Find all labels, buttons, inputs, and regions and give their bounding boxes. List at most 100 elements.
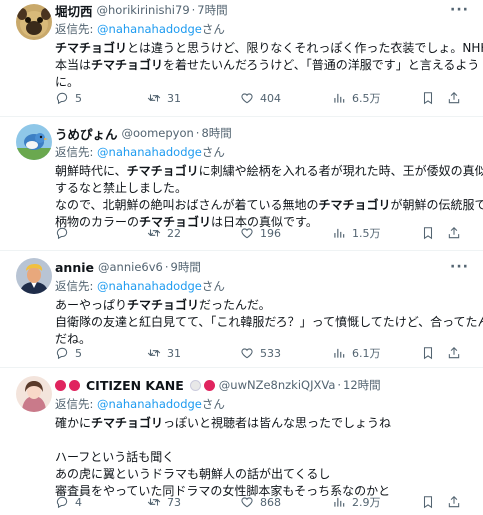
bookmark-button[interactable] [421, 346, 435, 360]
tweet-actions: 4 73 868 2.9万 [55, 493, 475, 511]
views-icon [334, 228, 345, 238]
bookmark-icon [423, 496, 433, 509]
bookmark-button[interactable] [421, 91, 435, 105]
tweet[interactable]: CITIZEN KANE @uwNZe8nzkiQJXVa · 12時間 返信先… [0, 368, 483, 515]
like-button[interactable]: 868 [240, 495, 281, 509]
reply-to-link[interactable]: @nahanahadodge [97, 145, 202, 159]
text-segment: あの虎に翼というドラマも朝鮮人の話が出てくるし [55, 467, 331, 481]
view-count: 2.9万 [352, 496, 381, 509]
avatar-portrait[interactable] [16, 258, 52, 294]
reply-to-link[interactable]: @nahanahadodge [97, 279, 202, 293]
like-button[interactable]: 533 [240, 346, 281, 360]
share-icon [448, 227, 460, 239]
bookmark-icon [423, 347, 433, 360]
tweet-actions: 5 31 404 6.5万 [55, 89, 475, 107]
tweet-time[interactable]: 7時間 [197, 2, 227, 18]
user-name[interactable]: 堀切西 [55, 1, 93, 20]
like-count: 868 [260, 495, 281, 509]
user-handle[interactable]: @annie6v6 [98, 260, 163, 274]
share-button[interactable] [447, 495, 461, 509]
bookmark-icon [423, 92, 433, 105]
retweet-button[interactable]: 31 [147, 346, 181, 360]
share-button[interactable] [447, 346, 461, 360]
tweet-actions: 22 196 1.5万 [55, 224, 475, 242]
tweet-header: annie @annie6v6 · 9時間 [55, 259, 201, 275]
retweet-count: 73 [167, 495, 181, 509]
text-segment: 自衛隊の友達と紅白見てて、「これ韓服だろ？」って憤慨してたけど、合ってたん [55, 315, 483, 329]
user-handle[interactable]: @uwNZe8nzkiQJXVa [219, 378, 336, 392]
bookmark-icon [423, 227, 433, 240]
reply-button[interactable]: 4 [55, 495, 82, 509]
text-segment: だったんだ。 [199, 298, 271, 312]
tweet-text-line: 確かにチマチョゴリっぽいと視聴者は皆んな思ったでしょうね [55, 415, 475, 432]
retweet-button[interactable]: 31 [147, 91, 181, 105]
views-button[interactable]: 6.1万 [332, 345, 381, 361]
retweet-button[interactable]: 22 [147, 226, 181, 240]
reply-to-link[interactable]: @nahanahadodge [97, 22, 202, 36]
retweet-icon [147, 349, 161, 357]
tweet-text-line: あーやっぱりチマチョゴリだったんだ。 [55, 297, 475, 314]
like-button[interactable]: 404 [240, 91, 281, 105]
reply-button[interactable]: 5 [55, 91, 82, 105]
bookmark-button[interactable] [421, 495, 435, 509]
reply-icon [56, 227, 68, 240]
user-name[interactable]: CITIZEN KANE [86, 378, 184, 393]
tweet-time[interactable]: 9時間 [171, 259, 201, 275]
views-button[interactable]: 6.5万 [332, 90, 381, 106]
tweet-text: あーやっぱりチマチョゴリだったんだ。 自衛隊の友達と紅白見てて、「これ韓服だろ？」… [55, 297, 483, 348]
bookmark-button[interactable] [421, 226, 435, 240]
text-segment: ハーフという話も聞く [55, 450, 175, 464]
reply-to-link[interactable]: @nahanahadodge [97, 397, 202, 411]
text-segment: するなと禁止しました。 [55, 181, 188, 195]
tweet[interactable]: annie @annie6v6 · 9時間 ··· 返信先: @nahanaha… [0, 251, 483, 368]
views-button[interactable]: 1.5万 [332, 225, 381, 241]
reply-icon [56, 347, 68, 360]
reply-to: 返信先: @nahanahadodgeさん [55, 22, 225, 36]
retweet-button[interactable]: 73 [147, 495, 181, 509]
red-circle-icon [203, 379, 215, 391]
reply-count: 4 [75, 495, 82, 509]
more-options-icon[interactable]: ··· [450, 259, 469, 275]
user-name[interactable]: うめぴょん [55, 124, 118, 143]
share-button[interactable] [447, 91, 461, 105]
tweet[interactable]: うめぴょん @oomepyon · 8時間 返信先: @nahanahadodg… [0, 117, 483, 251]
view-count: 6.5万 [352, 92, 381, 105]
reply-count: 5 [75, 91, 82, 105]
retweet-icon [147, 94, 161, 102]
avatar-illustration[interactable] [16, 376, 52, 412]
reply-to: 返信先: @nahanahadodgeさん [55, 397, 225, 411]
highlighted-keyword: チマチョゴリ [126, 164, 199, 178]
like-count: 196 [260, 226, 281, 240]
tweet-text: 朝鮮時代に、チマチョゴリに刺繍や絵柄を入れる者が現れた時、王が倭奴の真似を するな… [55, 163, 483, 231]
tweet-time[interactable]: 12時間 [343, 377, 381, 393]
red-circle-icon [55, 379, 66, 391]
more-options-icon[interactable]: ··· [450, 2, 469, 18]
highlighted-keyword: チマチョゴリ [91, 58, 164, 72]
avatar-bird[interactable] [16, 124, 52, 160]
reply-count: 5 [75, 346, 82, 360]
red-circle-icon [69, 379, 80, 391]
retweet-count: 22 [167, 226, 181, 240]
reply-button[interactable] [55, 226, 75, 240]
user-handle[interactable]: @oomepyon [122, 126, 194, 140]
user-handle[interactable]: @horikirinishi79 [97, 3, 190, 17]
share-button[interactable] [447, 226, 461, 240]
tweet-text-line: 自衛隊の友達と紅白見てて、「これ韓服だろ？」って憤慨してたけど、合ってたん [55, 314, 483, 331]
tweet[interactable]: 堀切西 @horikirinishi79 · 7時間 ··· 返信先: @nah… [0, 0, 483, 117]
like-button[interactable]: 196 [240, 226, 281, 240]
tweet-header: CITIZEN KANE @uwNZe8nzkiQJXVa · 12時間 [55, 375, 475, 395]
tweet-text-line [55, 432, 475, 449]
reply-to: 返信先: @nahanahadodgeさん [55, 145, 225, 159]
retweet-count: 31 [167, 346, 181, 360]
tweet-time[interactable]: 8時間 [201, 125, 231, 141]
heart-icon [241, 348, 253, 359]
retweet-icon [147, 498, 161, 506]
reply-button[interactable]: 5 [55, 346, 82, 360]
user-name[interactable]: annie [55, 260, 94, 275]
retweet-count: 31 [167, 91, 181, 105]
text-segment: 朝鮮時代に、 [55, 164, 127, 178]
text-segment: に。 [55, 75, 80, 89]
avatar-pug[interactable] [16, 4, 52, 40]
reply-icon [56, 496, 68, 509]
views-button[interactable]: 2.9万 [332, 494, 381, 510]
